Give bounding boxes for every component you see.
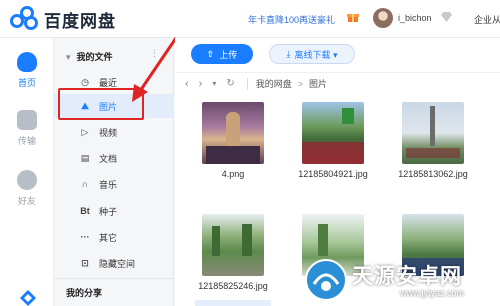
company-link[interactable]: 企业从 — [474, 13, 500, 26]
app-badge-icon[interactable] — [20, 290, 36, 306]
nav-item-other[interactable]: ··· 其它 — [54, 225, 174, 249]
clock-icon: ◷ — [81, 76, 89, 87]
app-title: 百度网盘 — [44, 11, 116, 31]
file-tile[interactable]: 12185804921.jpg — [295, 102, 371, 179]
watermark: 天源安卓网 www.jytyaz.com — [300, 258, 496, 302]
watermark-logo-icon — [305, 259, 347, 301]
file-name: 12185825246.jpg — [198, 281, 268, 291]
breadcrumb-root[interactable]: 我的网盘 — [256, 77, 292, 90]
nav-label: 其它 — [99, 232, 118, 243]
back-arrow-icon[interactable]: ‹ — [185, 78, 189, 90]
history-dropdown-icon[interactable]: ▾ — [212, 79, 216, 88]
cloud-logo-icon — [10, 6, 40, 32]
download-icon: ⤓ — [286, 48, 291, 59]
nav-item-torrents[interactable]: Bt 种子 — [54, 199, 174, 223]
refresh-icon[interactable]: ↻ — [226, 78, 234, 89]
cloud-icon — [17, 52, 37, 72]
top-bar: 百度网盘 年卡直降100再送豪礼 i_bichon 企业从 — [0, 0, 500, 38]
breadcrumb: ‹ › ▾ ↻ 我的网盘 > 图片 — [175, 72, 500, 94]
rail-label-home: 首页 — [17, 78, 36, 88]
diamond-icon[interactable] — [441, 12, 452, 22]
image-thumbnail — [202, 214, 264, 276]
image-thumbnail — [202, 102, 264, 164]
nav-item-hidden-space[interactable]: ⊡ 隐藏空间 — [54, 251, 174, 275]
my-files-label: 我的文件 — [76, 52, 113, 62]
headphones-icon: ∩ — [81, 179, 89, 189]
file-name: 12185813062.jpg — [398, 169, 468, 179]
nav-label: 隐藏空间 — [99, 258, 136, 269]
upload-label: 上传 — [219, 49, 238, 60]
file-tile[interactable]: 12185825246.jpg — [195, 214, 271, 291]
nav-label: 最近 — [99, 77, 118, 88]
divider — [54, 278, 174, 279]
dots-icon: ··· — [80, 232, 90, 242]
left-rail: 首页 传输 好友 — [0, 38, 54, 306]
file-tile[interactable]: 12185813062.jpg — [395, 102, 471, 179]
play-icon: ▷ — [81, 126, 89, 137]
my-share-section[interactable]: 我的分享 — [66, 286, 102, 299]
watermark-title: 天源安卓网 — [352, 265, 462, 288]
offline-download-button[interactable]: ⤓ 离线下载 ▾ — [269, 44, 355, 64]
file-tile[interactable]: 4.png — [195, 102, 271, 179]
rail-item-home[interactable]: 首页 — [0, 52, 54, 89]
nav-item-music[interactable]: ∩ 音乐 — [54, 172, 174, 196]
rail-item-transfer[interactable]: 传输 — [0, 110, 54, 147]
nav-item-videos[interactable]: ▷ 视频 — [54, 120, 174, 144]
upload-button[interactable]: ⇧ 上传 — [191, 44, 253, 64]
offline-download-label: 离线下载 ▾ — [294, 49, 338, 60]
rail-item-friends[interactable]: 好友 — [0, 170, 54, 207]
collapse-arrow-icon: ▾ — [66, 52, 71, 62]
image-thumbnail — [302, 102, 364, 164]
nav-item-documents[interactable]: ▤ 文档 — [54, 146, 174, 170]
file-name: 12185804921.jpg — [298, 169, 368, 179]
promo-link[interactable]: 年卡直降100再送豪礼 — [248, 13, 335, 26]
transfer-icon — [17, 110, 37, 130]
forward-arrow-icon[interactable]: › — [199, 78, 203, 90]
avatar[interactable] — [373, 8, 393, 28]
nav-label: 文档 — [99, 153, 118, 164]
nav-label: 种子 — [99, 206, 118, 217]
file-name: 4.png — [221, 169, 245, 179]
file-tile-partial[interactable] — [195, 300, 271, 306]
nav-label: 音乐 — [99, 179, 118, 190]
image-thumbnail — [402, 102, 464, 164]
document-icon: ▤ — [80, 152, 90, 163]
my-share-label: 我的分享 — [66, 288, 103, 298]
breadcrumb-divider — [246, 77, 248, 90]
bt-icon: Bt — [80, 206, 90, 216]
rail-label-transfer: 传输 — [17, 136, 36, 146]
my-files-section[interactable]: ▾ 我的文件 — [66, 50, 113, 63]
gift-icon[interactable] — [347, 11, 359, 23]
username[interactable]: i_bichon — [398, 13, 432, 23]
watermark-url: www.jytyaz.com — [400, 288, 465, 298]
breadcrumb-separator: > — [297, 78, 304, 89]
upload-icon: ⇧ — [206, 48, 215, 59]
rail-label-friends: 好友 — [17, 196, 36, 206]
nav-label: 视频 — [99, 127, 118, 138]
breadcrumb-current: 图片 — [309, 79, 328, 89]
friends-icon — [17, 170, 37, 190]
lock-icon: ⊡ — [81, 257, 89, 268]
app-logo[interactable]: 百度网盘 — [10, 6, 116, 32]
